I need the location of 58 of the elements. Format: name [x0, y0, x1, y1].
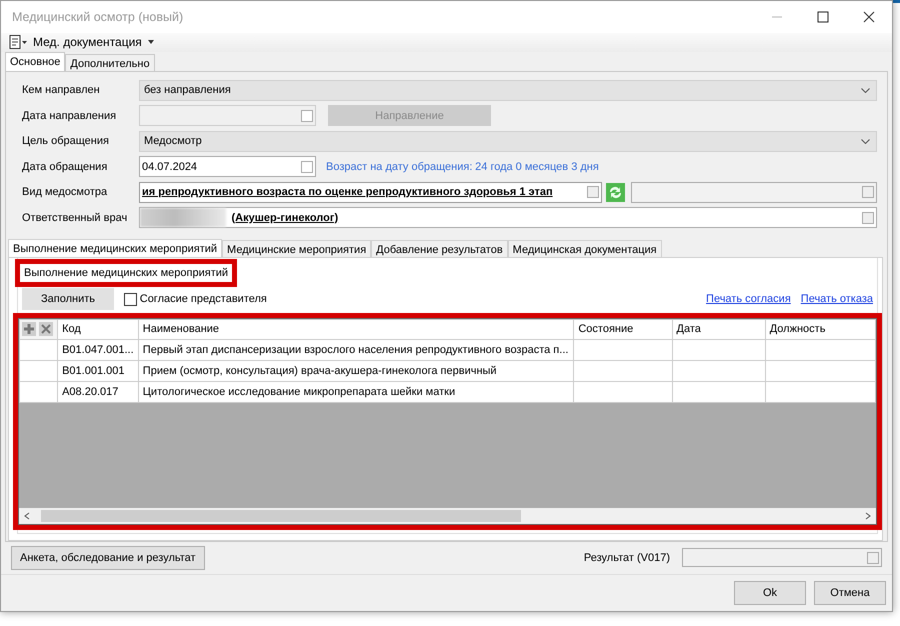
chevron-icon	[861, 88, 870, 93]
print-link[interactable]: Печать отказа	[800, 290, 873, 308]
chevron-icon	[861, 138, 870, 144]
dropdown-field[interactable]: Медосмотр	[139, 130, 877, 152]
text-field[interactable]	[631, 182, 877, 203]
date-field[interactable]: 04.07.2024	[139, 156, 316, 178]
document-icon	[9, 35, 27, 50]
column-header: Должность	[765, 320, 876, 340]
document-menu-button[interactable]	[9, 35, 27, 50]
delete-icon[interactable]	[39, 322, 54, 336]
field-label: Дата направления	[22, 108, 118, 124]
column-header: Состояние	[574, 320, 672, 340]
add-icon[interactable]	[22, 322, 36, 336]
print-link[interactable]: Печать согласия	[706, 290, 791, 308]
column-header: Наименование	[138, 320, 574, 340]
field-label: Дата обращения	[22, 160, 108, 175]
result-field[interactable]	[682, 548, 882, 568]
ellipsis-icon[interactable]	[587, 186, 599, 198]
table-cell: B01.001.001	[58, 360, 138, 382]
tab[interactable]: Медицинские мероприятия	[222, 240, 372, 257]
column-header: Дата	[672, 320, 766, 340]
dialog-button[interactable]: Ok	[734, 581, 806, 605]
dialog-button[interactable]: Отмена	[814, 581, 886, 605]
lookup-field[interactable]: ия репродуктивного возраста по оценке репродуктивного здоровья 1 этап	[139, 182, 602, 203]
ellipsis-icon[interactable]	[862, 186, 874, 198]
column-header: Код	[58, 320, 138, 340]
dropdown-field[interactable]: без направления	[139, 80, 877, 101]
table-cell: B01.047.001...	[58, 340, 138, 361]
ellipsis-icon[interactable]	[867, 552, 879, 564]
field-label: Кем направлен	[22, 83, 101, 98]
tab[interactable]: Дополнительно	[65, 54, 155, 71]
table-cell: A08.20.017	[58, 382, 138, 403]
scroll-left-icon[interactable]	[23, 512, 31, 520]
table-cell: Первый этап диспансеризации взрослого населения репродуктивного возраста п...	[138, 340, 574, 361]
close-icon[interactable]	[863, 11, 875, 23]
scroll-right-icon[interactable]	[864, 512, 872, 520]
refresh-icon[interactable]	[606, 182, 625, 202]
table-cell: Прием (осмотр, консультация) врача-акушера-гинеколога первичный	[138, 360, 574, 382]
menu-dropdown[interactable]: Мед. документация	[33, 33, 154, 52]
age-value: 24 года 0 месяцев 3 дня	[475, 160, 599, 175]
result-label: Результат (V017)	[584, 550, 670, 566]
ellipsis-icon[interactable]	[862, 212, 874, 224]
window-title: Медицинский осмотр (новый)	[12, 8, 184, 26]
tab[interactable]: Добавление результатов	[371, 240, 508, 257]
tab[interactable]: Основное	[5, 52, 66, 71]
table-cell: Цитологическое исследование микропрепарата шейки матки	[138, 382, 574, 403]
caret-icon	[148, 40, 154, 44]
tab[interactable]: Медицинская документация	[508, 240, 662, 257]
doctor-field[interactable]: (Акушер-гинеколог)	[139, 207, 877, 228]
tab[interactable]: Выполнение медицинских мероприятий	[8, 238, 222, 257]
field-label: Вид медосмотра	[22, 185, 108, 200]
fill-button[interactable]: Заполнить	[22, 288, 114, 310]
maximize-icon[interactable]	[817, 11, 829, 23]
field-label: Ответственный врач	[22, 210, 128, 226]
field-label: Цель обращения	[22, 134, 110, 150]
survey-button[interactable]: Анкета, обследование и результат	[11, 546, 205, 570]
consent-checkbox[interactable]: Согласие представителя	[124, 290, 267, 308]
age-label: Возраст на дату обращения:	[326, 160, 472, 175]
